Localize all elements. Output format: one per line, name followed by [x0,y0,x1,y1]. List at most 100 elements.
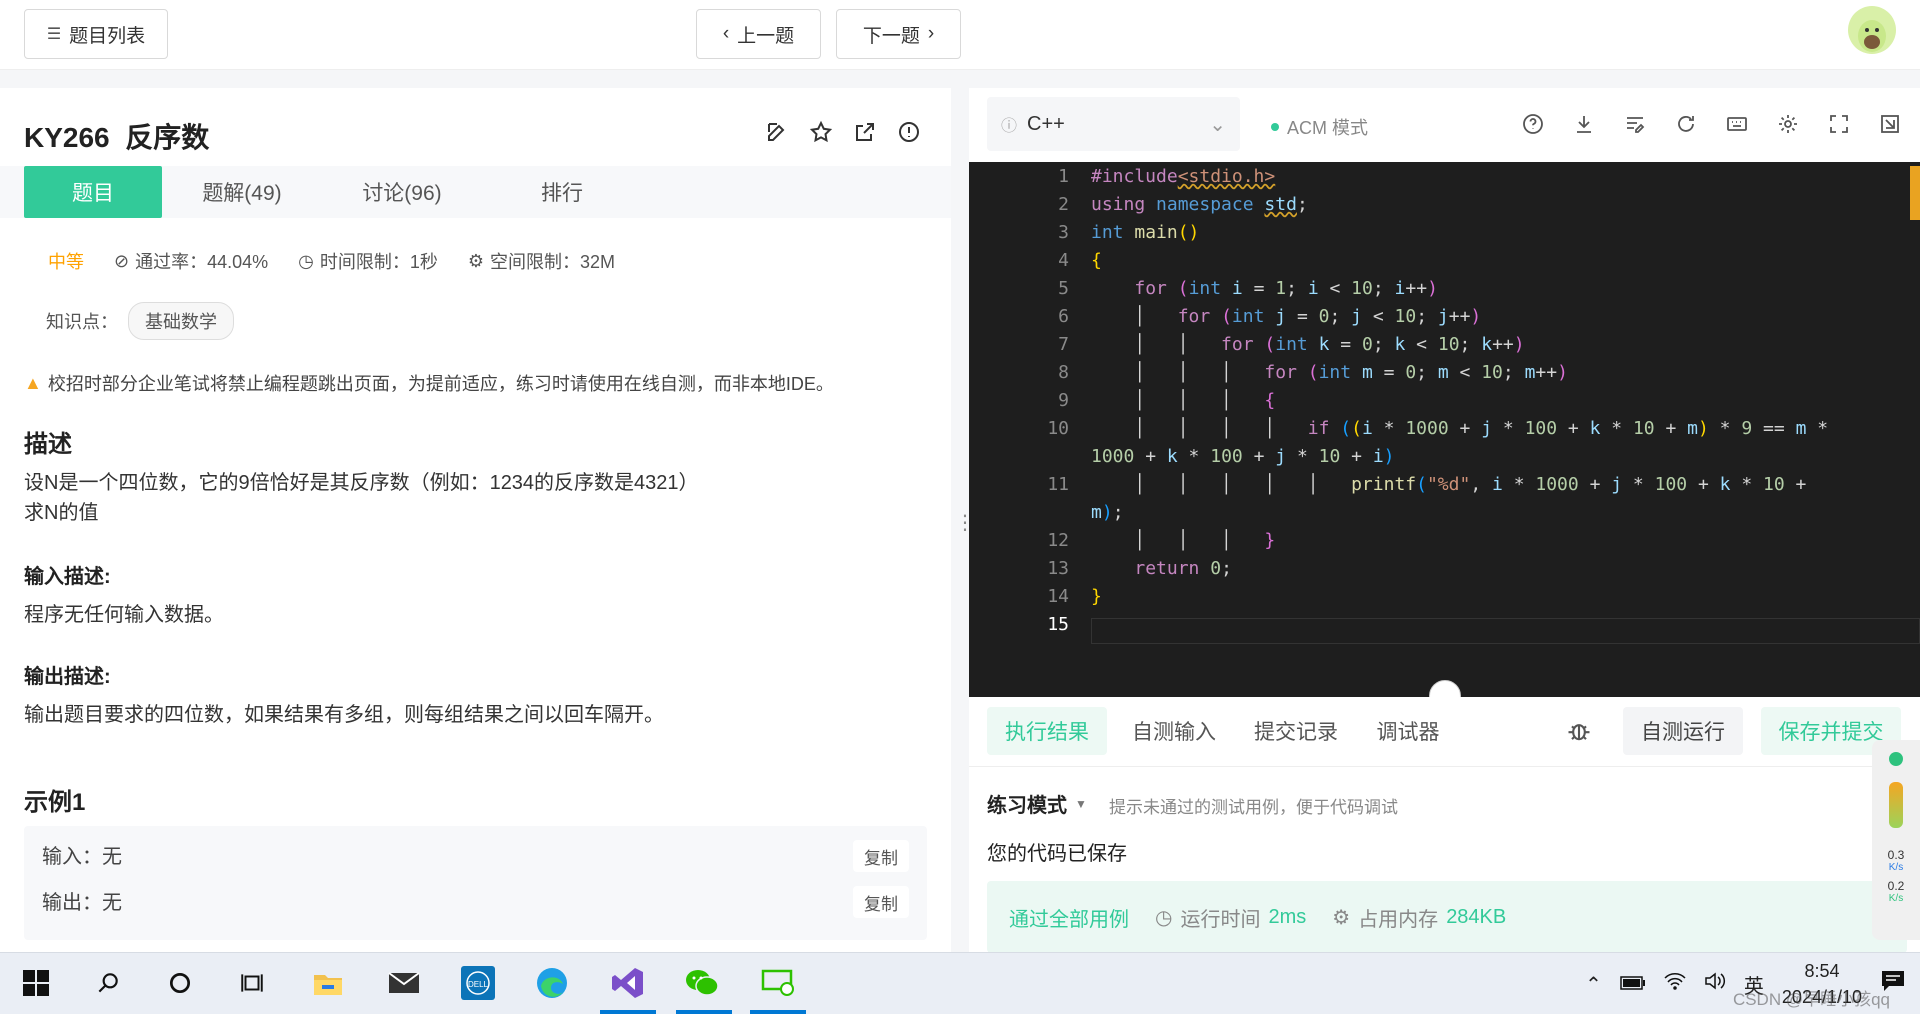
remote-desktop-icon[interactable] [758,963,798,1003]
code-editor[interactable]: 1 #include<stdio.h> 2 using namespace std;… [969,162,1920,697]
input-description: 程序无任何输入数据。 [24,604,224,626]
copy-input-button[interactable]: 复制 [853,840,909,872]
task-view-icon[interactable] [232,963,272,1003]
knowledge-points: 知识点： 基础数学 [46,302,234,340]
problem-tabs: 题目 题解(49) 讨论(96) 排行 [0,166,951,218]
knowledge-tag[interactable]: 基础数学 [128,302,234,340]
pass-status: 通过全部用例 [1009,908,1129,931]
pass-summary: 通过全部用例 ◷ 运行时间 2ms ⚙ 占用内存 284KB [987,881,1907,953]
tab-custom-input[interactable]: 自测输入 [1119,707,1229,755]
practice-mode-select[interactable]: 练习模式 ▼ [987,789,1087,818]
output-heading: 输出描述: [24,666,111,688]
prev-problem-button[interactable]: ‹ 上一题 [696,9,821,59]
warning-notice: ▲ 校招时部分企业笔试将禁止编程题跳出页面，为提前适应，练习时请使用在线自测，而… [24,372,834,395]
example-input: 输入：无 [42,846,122,868]
visual-studio-icon[interactable] [608,963,648,1003]
edit-icon[interactable] [765,120,789,144]
edge-browser-icon[interactable] [532,963,572,1003]
clock-time: 8:54 [1804,961,1840,981]
language-select[interactable]: ⓘ C++ ⌄ [987,97,1240,151]
search-icon[interactable] [88,963,128,1003]
clock-icon: ◷ [298,250,314,271]
download-icon[interactable] [1572,112,1596,136]
pass-rate: 通过率：44.04% [135,252,269,272]
problem-list-button[interactable]: ☰ 题目列表 [24,9,168,59]
saved-message: 您的代码已保存 [987,843,1127,865]
example-heading: 示例1 [24,789,86,816]
chevron-up-icon[interactable]: ⌃ [1585,972,1602,997]
upload-speed: 0.3 [1887,848,1905,862]
download-speed: 0.2 [1887,879,1905,893]
chevron-right-icon: › [927,23,935,44]
output-description: 输出题目要求的四位数，如果结果有多组，则每组结果之间以回车隔开。 [24,704,664,726]
clock-icon: ◷ [1155,906,1173,929]
memory-value: 284KB [1446,905,1507,928]
run-time-value: 2ms [1268,905,1307,928]
problem-panel: KY266 反序数 题目 题解(49) 讨论(96) 排行 中等 ⊘ 通过率：44… [0,88,951,952]
split-view-icon[interactable] [1878,112,1902,136]
dell-app-icon[interactable]: DELL [458,963,498,1003]
time-limit: 时间限制：1秒 [319,252,438,272]
volume-icon[interactable] [1704,971,1726,997]
bug-icon[interactable] [1565,717,1593,750]
tab-debugger[interactable]: 调试器 [1363,707,1453,755]
list-icon: ☰ [46,26,62,43]
example-output: 输出：无 [42,892,122,914]
copy-output-button[interactable]: 复制 [853,886,909,918]
difficulty-badge: 中等 [48,252,84,272]
chip-icon: ⚙ [1332,906,1351,929]
check-circle-icon: ⊘ [114,250,130,271]
description-line-2: 求N的值 [24,502,99,524]
avatar[interactable] [1848,6,1896,54]
result-tabs: 执行结果 自测输入 提交记录 调试器 自测运行 保存并提交 [969,697,1920,767]
star-icon[interactable] [809,120,833,144]
run-test-button[interactable]: 自测运行 [1623,707,1743,755]
keyboard-icon[interactable] [1725,112,1749,136]
fullscreen-icon[interactable] [1827,112,1851,136]
chevron-left-icon: ‹ [722,23,730,44]
tab-exec-result[interactable]: 执行结果 [987,707,1107,755]
problem-title: KY266 反序数 [24,122,210,153]
cortana-icon[interactable] [160,963,200,1003]
info-icon[interactable] [897,120,921,144]
taskbar: DELL ⌃ 英 8:54 2024/1/10 CSDN @早睡小孩qq [0,952,1920,1014]
help-icon[interactable] [1521,112,1545,136]
acm-mode[interactable]: ACM 模式 [1271,114,1368,140]
status-dot [1889,752,1903,766]
windows-start-icon[interactable] [16,963,56,1003]
memory-limit: 空间限制：32M [490,252,616,272]
input-heading: 输入描述: [24,566,111,588]
reset-icon[interactable] [1674,112,1698,136]
warning-icon: ▲ [24,372,42,393]
info-icon: ⓘ [1001,118,1018,135]
tab-solutions[interactable]: 题解(49) [162,166,322,218]
wechat-icon[interactable] [682,963,722,1003]
mail-icon[interactable] [384,963,424,1003]
description-heading: 描述 [24,431,72,458]
example-box: 输入：无 复制 输出：无 复制 [24,826,927,940]
tab-ranking[interactable]: 排行 [482,166,642,218]
watermark: CSDN @早睡小孩qq [1732,990,1890,1009]
usage-bar [1889,782,1903,828]
editor-header: ⓘ C++ ⌄ ACM 模式 [969,88,1920,162]
next-problem-button[interactable]: 下一题 › [836,9,961,59]
tab-submissions[interactable]: 提交记录 [1241,707,1351,755]
wifi-icon[interactable] [1664,972,1686,996]
tab-discussion[interactable]: 讨论(96) [322,166,482,218]
format-icon[interactable] [1623,112,1647,136]
settings-icon[interactable] [1776,112,1800,136]
result-panel: 练习模式 ▼ 提示未通过的测试用例，便于代码调试 您的代码已保存 通过全部用例 … [969,767,1920,953]
mode-tip: 提示未通过的测试用例，便于代码调试 [1109,798,1398,817]
caret-down-icon: ▼ [1075,796,1087,811]
tab-problem[interactable]: 题目 [24,166,162,218]
status-dot [1271,123,1279,131]
top-bar: ☰ 题目列表 ‹ 上一题 下一题 › [0,0,1920,70]
chevron-down-icon: ⌄ [1209,113,1226,136]
battery-icon[interactable] [1620,973,1646,996]
problem-meta: 中等 ⊘ 通过率：44.04% ◷ 时间限制：1秒 ⚙ 空间限制：32M [48,248,615,274]
file-explorer-icon[interactable] [308,963,348,1003]
network-speed-widget: 0.3 K/s 0.2 K/s [1872,740,1920,940]
svg-text:DELL: DELL [468,980,489,989]
chip-icon: ⚙ [467,250,485,271]
share-icon[interactable] [853,120,877,144]
